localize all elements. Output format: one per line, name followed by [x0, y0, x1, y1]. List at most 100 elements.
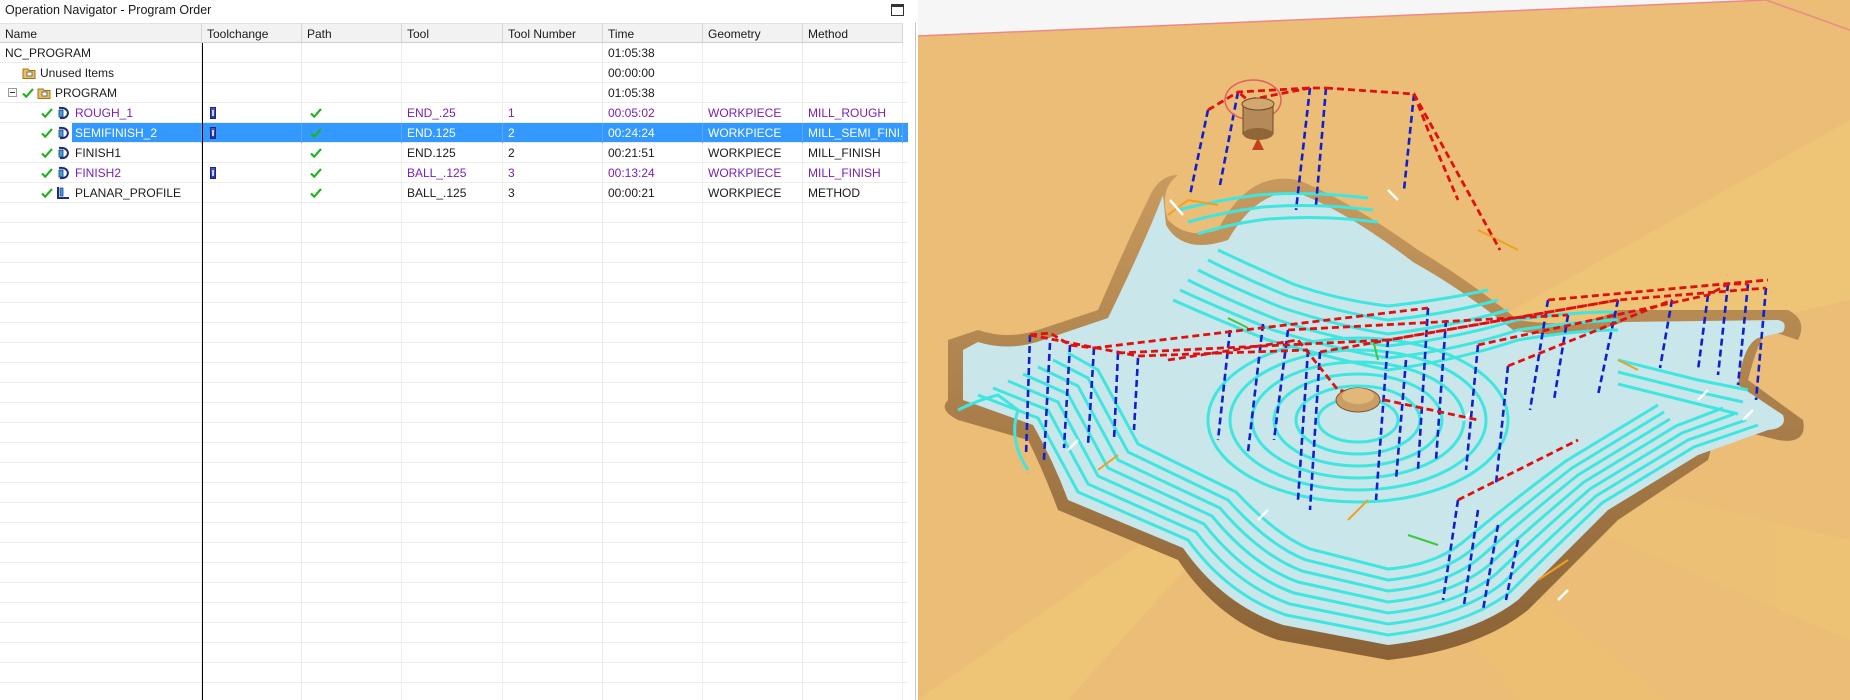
empty-row	[0, 243, 908, 263]
row-name: FINISH2	[75, 166, 122, 180]
row-geometry: WORKPIECE	[703, 163, 803, 183]
row-geometry: WORKPIECE	[703, 103, 803, 123]
panel-title: Operation Navigator - Program Order	[5, 3, 212, 17]
column-header-toolchange[interactable]: Toolchange	[202, 23, 302, 43]
table-row-finish2[interactable]: FINISH2 BALL_.125 3 00:13:24 WORKPIECE M…	[0, 163, 908, 183]
check-icon	[22, 88, 34, 99]
empty-row	[0, 223, 908, 243]
row-name-cell: PROGRAM	[0, 83, 202, 103]
empty-row	[0, 403, 908, 423]
empty-row	[0, 463, 908, 483]
row-geometry: WORKPIECE	[703, 143, 803, 163]
empty-row	[0, 303, 908, 323]
row-method: MILL_ROUGH	[803, 103, 903, 123]
row-tool-number: 3	[503, 183, 603, 203]
toolchange-icon	[210, 127, 216, 139]
toolpath-scene	[918, 0, 1850, 700]
toolchange-icon	[210, 167, 216, 179]
row-tool: END.125	[402, 143, 503, 163]
column-divider[interactable]	[202, 43, 203, 700]
row-name: NC_PROGRAM	[0, 43, 202, 63]
column-header-tool-number[interactable]: Tool Number	[503, 23, 603, 43]
column-header-geometry[interactable]: Geometry	[703, 23, 803, 43]
empty-row	[0, 683, 908, 700]
table-row-nc-program[interactable]: NC_PROGRAM 01:05:38	[0, 43, 908, 63]
table-row-unused-items[interactable]: Unused Items 00:00:00	[0, 63, 908, 83]
empty-row	[0, 323, 908, 343]
panel-titlebar: Operation Navigator - Program Order	[0, 0, 916, 22]
check-icon	[41, 128, 53, 139]
table-row-program[interactable]: PROGRAM 01:05:38	[0, 83, 908, 103]
maximize-icon[interactable]	[891, 4, 904, 16]
operation-navigator-panel: Operation Navigator - Program Order Name…	[0, 0, 916, 700]
row-tool: END.125	[402, 123, 503, 143]
column-header-path[interactable]: Path	[302, 23, 402, 43]
row-name: SEMIFINISH_2	[75, 126, 158, 140]
empty-row	[0, 443, 908, 463]
empty-row	[0, 643, 908, 663]
empty-row	[0, 383, 908, 403]
empty-row	[0, 623, 908, 643]
column-header-method[interactable]: Method	[803, 23, 903, 43]
table-row-finish1[interactable]: FINISH1 END.125 2 00:21:51 WORKPIECE MIL…	[0, 143, 908, 163]
row-geometry: WORKPIECE	[703, 183, 803, 203]
empty-row	[0, 283, 908, 303]
row-tool-number: 2	[503, 123, 603, 143]
row-geometry: WORKPIECE	[703, 123, 803, 143]
column-header-name[interactable]: Name	[0, 23, 202, 43]
check-icon	[310, 168, 322, 179]
empty-row	[0, 543, 908, 563]
table-row-planar-profile[interactable]: PLANAR_PROFILE BALL_.125 3 00:00:21 WORK…	[0, 183, 908, 203]
row-time: 00:13:24	[603, 163, 703, 183]
check-icon	[310, 148, 322, 159]
row-time: 00:21:51	[603, 143, 703, 163]
table-row-rough-1[interactable]: ROUGH_1 END_.25 1 00:05:02 WORKPIECE MIL…	[0, 103, 908, 123]
empty-row	[0, 583, 908, 603]
graphics-viewport[interactable]	[918, 0, 1850, 700]
folder-icon	[22, 68, 36, 79]
row-name: PROGRAM	[55, 86, 118, 100]
row-tool: END_.25	[402, 103, 503, 123]
row-method: MILL_SEMI_FINI...	[803, 123, 903, 143]
empty-row	[0, 483, 908, 503]
row-method: MILL_FINISH	[803, 143, 903, 163]
row-method: MILL_FINISH	[803, 163, 903, 183]
check-icon	[310, 188, 322, 199]
row-time: 01:05:38	[603, 43, 703, 63]
mill-operation-icon	[58, 106, 70, 120]
row-time: 01:05:38	[603, 83, 703, 103]
empty-row	[0, 663, 908, 683]
operation-table: Name Toolchange Path Tool Tool Number Ti…	[0, 23, 908, 700]
row-name-cell: ROUGH_1	[0, 103, 202, 123]
empty-row	[0, 423, 908, 443]
mill-operation-icon	[58, 166, 70, 180]
check-icon	[41, 168, 53, 179]
column-header-time[interactable]: Time	[603, 23, 703, 43]
collapse-icon[interactable]	[8, 88, 17, 97]
row-tool: BALL_.125	[402, 163, 503, 183]
row-name: ROUGH_1	[75, 106, 134, 120]
column-header-tool[interactable]: Tool	[402, 23, 503, 43]
row-tool-number: 3	[503, 163, 603, 183]
empty-row	[0, 203, 908, 223]
row-name-cell: PLANAR_PROFILE	[0, 183, 202, 203]
check-icon	[310, 128, 322, 139]
row-tool: BALL_.125	[402, 183, 503, 203]
check-icon	[41, 148, 53, 159]
row-time: 00:24:24	[603, 123, 703, 143]
empty-row	[0, 603, 908, 623]
toolchange-icon	[210, 107, 216, 119]
row-time: 00:00:00	[603, 63, 703, 83]
row-name: Unused Items	[40, 66, 115, 80]
table-row-semifinish-2[interactable]: SEMIFINISH_2 END.125 2 00:24:24 WORKPIEC…	[0, 123, 908, 143]
empty-row	[0, 503, 908, 523]
check-icon	[41, 108, 53, 119]
mill-operation-icon	[58, 126, 70, 140]
row-time: 00:00:21	[603, 183, 703, 203]
mill-operation-icon	[58, 146, 70, 160]
row-time: 00:05:02	[603, 103, 703, 123]
row-name-cell: FINISH1	[0, 143, 202, 163]
center-island	[1335, 387, 1381, 413]
row-name: FINISH1	[75, 146, 122, 160]
planar-profile-icon	[57, 187, 69, 199]
